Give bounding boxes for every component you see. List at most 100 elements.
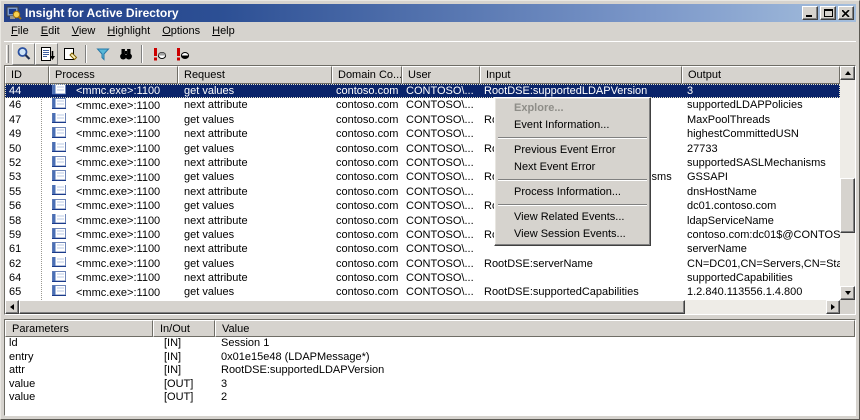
event-row-62[interactable]: 62 <mmc.exe>:1100 get values contoso.com CON…	[5, 256, 840, 271]
event-row-64[interactable]: 64 <mmc.exe>:1100 next attribute contoso.co…	[5, 271, 840, 285]
menu-file[interactable]: File	[5, 22, 35, 41]
param-name: attr	[9, 364, 25, 376]
event-row-52[interactable]: 52 <mmc.exe>:1100 next attribute contoso.co…	[5, 155, 840, 170]
column-header-process[interactable]: Process	[49, 66, 178, 84]
cell-request: next attribute	[184, 214, 248, 227]
event-row-59[interactable]: 59 <mmc.exe>:1100 get values contoso.com CON…	[5, 227, 840, 242]
cell-process: <mmc.exe>:1100	[49, 242, 178, 256]
cell-id: 59	[9, 228, 22, 241]
column-header-input[interactable]: Input	[480, 66, 682, 84]
binoculars-icon	[119, 48, 132, 59]
menu-view[interactable]: View	[66, 22, 102, 41]
vertical-scrollbar[interactable]	[840, 66, 855, 300]
cell-user: CONTOSO\...	[406, 228, 474, 241]
horizontal-scrollbar[interactable]	[5, 300, 840, 314]
maximize-button[interactable]	[820, 6, 836, 20]
cell-request: next attribute	[184, 272, 248, 285]
context-menu-item-view-related-events[interactable]: View Related Events...	[496, 209, 649, 226]
filter-button[interactable]	[91, 43, 114, 65]
param-row[interactable]: value [OUT] 2	[5, 391, 855, 405]
previous-event-error-button[interactable]	[147, 43, 170, 65]
previous-event-error-icon	[153, 47, 166, 60]
cell-domain: contoso.com	[336, 286, 399, 299]
event-list-rows: 44 <mmc.exe>:1100 get values contoso.com CON…	[5, 84, 840, 300]
menu-highlight[interactable]: Highlight	[101, 22, 156, 41]
param-value: RootDSE:supportedLDAPVersion	[221, 364, 385, 376]
cell-output: MaxPoolThreads	[687, 113, 771, 126]
minimize-button[interactable]	[802, 6, 818, 20]
cell-process: <mmc.exe>:1100	[49, 155, 178, 170]
event-row-56[interactable]: 56 <mmc.exe>:1100 get values contoso.com CON…	[5, 199, 840, 213]
context-menu-item-view-session-events[interactable]: View Session Events...	[496, 226, 649, 243]
param-column-header-value[interactable]: Value	[215, 320, 855, 337]
param-name: value	[9, 391, 36, 403]
param-column-header-parameters[interactable]: Parameters	[5, 320, 153, 337]
context-menu-item-process-information[interactable]: Process Information...	[496, 184, 649, 201]
event-row-50[interactable]: 50 <mmc.exe>:1100 get values contoso.com CON…	[5, 141, 840, 156]
param-row[interactable]: value [OUT] 3	[5, 378, 855, 392]
column-header-domain-co[interactable]: Domain Co...	[332, 66, 402, 84]
cell-output: supportedCapabilities	[687, 272, 793, 285]
event-row-47[interactable]: 47 <mmc.exe>:1100 get values contoso.com CON…	[5, 112, 840, 127]
context-menu-item-next-event-error[interactable]: Next Event Error	[496, 159, 649, 176]
cell-input	[480, 271, 682, 285]
column-header-id[interactable]: ID	[5, 66, 49, 84]
menu-edit[interactable]: Edit	[35, 22, 66, 41]
process-name: <mmc.exe>:1100	[76, 185, 161, 198]
param-value: 2	[221, 391, 228, 403]
cell-output: CN=DC01,CN=Servers,CN=Standa	[687, 257, 840, 270]
event-row-65[interactable]: 65 <mmc.exe>:1100 get values contoso.com CON…	[5, 285, 840, 299]
event-row-44[interactable]: 44 <mmc.exe>:1100 get values contoso.com CON…	[5, 84, 840, 99]
cell-id: 62	[9, 257, 22, 270]
process-window-icon	[52, 141, 76, 156]
event-row-61[interactable]: 61 <mmc.exe>:1100 next attribute contoso.co…	[5, 242, 840, 256]
column-header-output[interactable]: Output	[682, 66, 840, 84]
column-header-user[interactable]: User	[402, 66, 480, 84]
param-value: Session 1	[221, 337, 270, 349]
param-column-header-in-out[interactable]: In/Out	[153, 320, 215, 337]
menu-options[interactable]: Options	[156, 22, 206, 41]
annotate-button[interactable]	[58, 43, 81, 65]
param-row[interactable]: ld [IN] Session 1	[5, 337, 855, 351]
cell-id: 50	[9, 142, 22, 155]
cell-user: CONTOSO\...	[406, 156, 474, 169]
cell-user: CONTOSO\...	[406, 171, 474, 184]
menu-help[interactable]: Help	[206, 22, 241, 41]
cell-domain: contoso.com	[336, 272, 399, 285]
scroll-down-button[interactable]	[840, 286, 855, 300]
event-row-46[interactable]: 46 <mmc.exe>:1100 next attribute contoso.co…	[5, 98, 840, 112]
process-window-icon	[52, 170, 76, 184]
scroll-right-button[interactable]	[826, 300, 840, 314]
scroll-up-button[interactable]	[840, 66, 855, 80]
event-row-49[interactable]: 49 <mmc.exe>:1100 next attribute contoso.co…	[5, 127, 840, 141]
cell-request: get values	[184, 142, 235, 155]
param-row[interactable]: attr [IN] RootDSE:supportedLDAPVersion	[5, 364, 855, 378]
cell-process: <mmc.exe>:1100	[49, 112, 178, 127]
cell-process: <mmc.exe>:1100	[49, 170, 178, 184]
magnifier-button[interactable]	[12, 42, 35, 65]
auto-scroll-button[interactable]	[35, 42, 58, 65]
param-row[interactable]: entry [IN] 0x01e15e48 (LDAPMessage*)	[5, 351, 855, 365]
event-row-55[interactable]: 55 <mmc.exe>:1100 next attribute contoso.co…	[5, 184, 840, 199]
cell-process: <mmc.exe>:1100	[49, 184, 178, 199]
cell-process: <mmc.exe>:1100	[49, 98, 178, 112]
next-event-error-button[interactable]	[170, 43, 193, 65]
cell-domain: contoso.com	[336, 257, 399, 270]
toolbar-gripper[interactable]	[6, 44, 9, 63]
context-menu-item-previous-event-error[interactable]: Previous Event Error	[496, 142, 649, 159]
context-menu-item-event-information[interactable]: Event Information...	[496, 117, 649, 134]
menu-separator	[498, 179, 647, 181]
scroll-left-button[interactable]	[5, 300, 19, 314]
cell-process: <mmc.exe>:1100	[49, 199, 178, 213]
param-direction: [IN]	[164, 350, 182, 363]
vertical-scroll-thumb[interactable]	[840, 178, 855, 233]
cell-id: 61	[9, 243, 22, 256]
event-row-53[interactable]: 53 <mmc.exe>:1100 get values contoso.com CON…	[5, 170, 840, 184]
column-header-request[interactable]: Request	[178, 66, 332, 84]
cell-request: get values	[184, 85, 235, 97]
horizontal-scroll-thumb[interactable]	[19, 300, 685, 314]
find-button[interactable]	[114, 43, 137, 65]
event-row-58[interactable]: 58 <mmc.exe>:1100 next attribute contoso.co…	[5, 213, 840, 228]
parameters-rows: ld [IN] Session 1 entry [IN] 0x01e15e48 (LDAP…	[5, 337, 855, 405]
close-button[interactable]	[838, 6, 854, 20]
